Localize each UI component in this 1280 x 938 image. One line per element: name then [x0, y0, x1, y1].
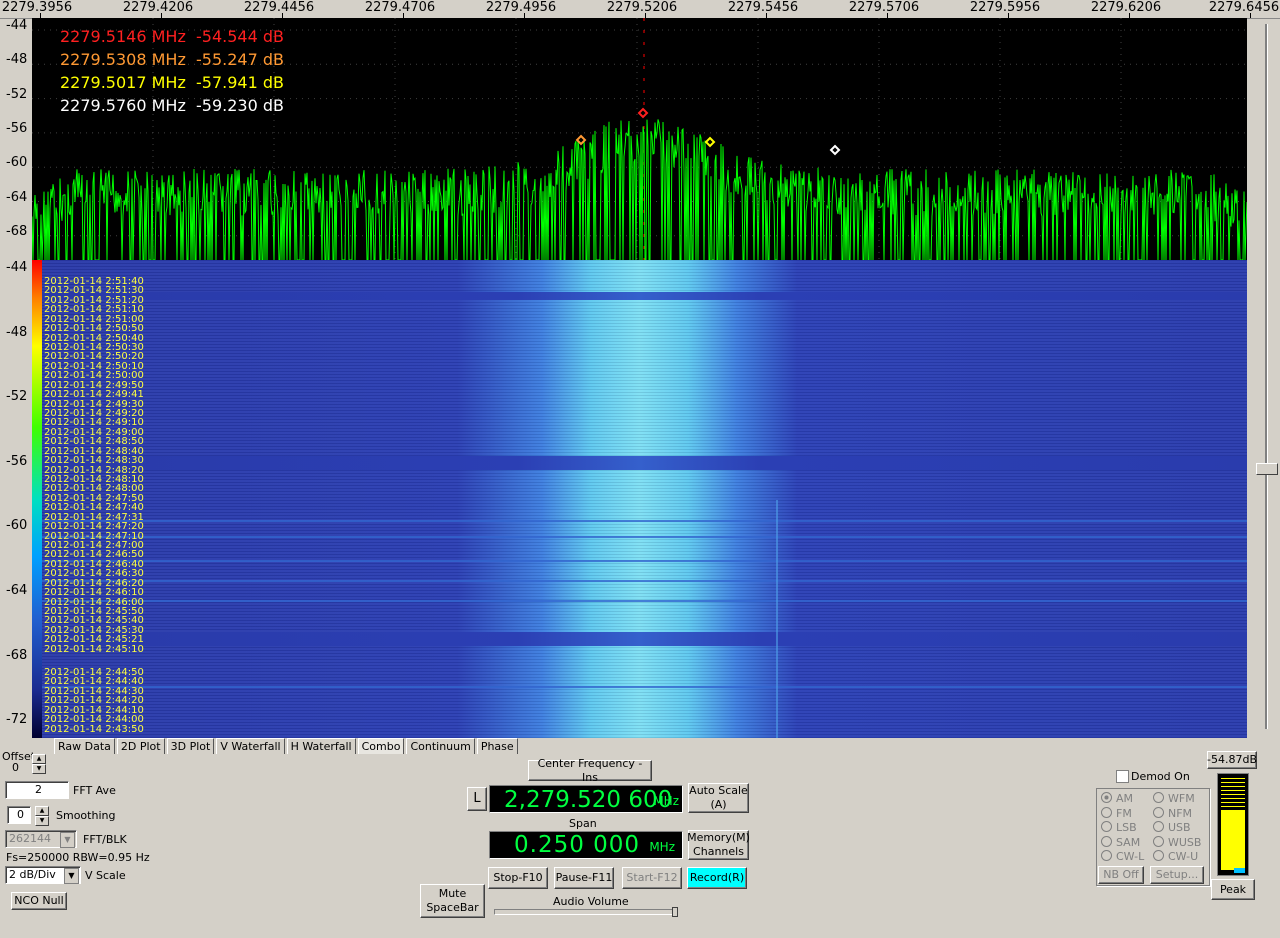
waterfall-y-label: -68: [6, 647, 28, 663]
fs-rbw-readout: Fs=250000 RBW=0.95 Hz: [6, 851, 150, 864]
center-frequency-display[interactable]: 2,279.520 600 MHz: [489, 785, 683, 813]
waterfall-y-label: -48: [6, 324, 28, 340]
demod-mode-radio[interactable]: USB: [1153, 821, 1191, 834]
lock-button[interactable]: L: [467, 787, 487, 811]
waterfall-y-label: -52: [6, 389, 28, 405]
demod-checkbox[interactable]: [1116, 770, 1129, 783]
freq-tick-label: 2279.3956: [1, 0, 73, 15]
freq-tick-label: 2279.5206: [606, 0, 678, 15]
mute-button[interactable]: Mute SpaceBar: [420, 884, 485, 918]
offset-spinner[interactable]: ▲ ▼: [32, 754, 46, 774]
spectrum-y-label: -52: [6, 86, 28, 102]
tab-combo[interactable]: Combo: [357, 738, 405, 754]
frequency-axis: 2279.3956 2279.4206 2279.4456 2279.4706 2279…: [0, 0, 1280, 19]
spectrum-y-label: -60: [6, 155, 28, 171]
spectrum-y-label: -64: [6, 189, 28, 205]
demod-mode-radio[interactable]: FM: [1101, 806, 1132, 820]
demod-mode-radio[interactable]: CW-U: [1153, 850, 1198, 863]
freq-tick-label: 2279.5456: [727, 0, 799, 15]
spectrum-y-label: -56: [6, 120, 28, 136]
dropdown-arrow-icon: ▼: [64, 868, 79, 884]
marker-diamond-icon[interactable]: [704, 136, 716, 148]
freq-tick-label: 2279.6206: [1090, 0, 1162, 15]
spectrum-y-label: -44: [6, 18, 28, 33]
demod-mode-radio[interactable]: WFM: [1153, 792, 1195, 805]
waterfall-timestamp: 2012-01-14 2:43:50: [44, 723, 144, 735]
tab-continuum[interactable]: Continuum: [406, 738, 475, 754]
demod-mode-radio[interactable]: WUSB: [1153, 835, 1201, 849]
demod-mode-radio[interactable]: NFM: [1153, 806, 1192, 820]
demod-mode-radio[interactable]: AM: [1101, 792, 1133, 805]
memory-channels-button[interactable]: Memory(M) Channels: [687, 830, 750, 860]
waterfall-y-label: -72: [6, 712, 28, 728]
waterfall-y-label: -56: [6, 453, 28, 469]
setup-button[interactable]: Setup...: [1150, 866, 1204, 884]
fft-blk-select[interactable]: 262144 ▼: [5, 830, 77, 848]
smoothing-label: Smoothing: [56, 809, 116, 822]
waterfall-display[interactable]: [32, 260, 1247, 738]
peak-level-meter: [1217, 773, 1249, 876]
freq-tick-label: 2279.4456: [243, 0, 315, 15]
freq-tick-label: 2279.6456: [1208, 0, 1280, 15]
waterfall-y-label: -60: [6, 518, 28, 534]
smoothing-spinner[interactable]: ▲ ▼: [35, 806, 49, 826]
tab-2d-plot[interactable]: 2D Plot: [116, 738, 165, 754]
waterfall-timestamp: 2012-01-14 2:45:10: [44, 643, 144, 655]
auto-scale-button[interactable]: Auto Scale (A): [688, 783, 749, 813]
start-button[interactable]: Start-F12: [622, 867, 682, 889]
marker-readout: 2279.5760 MHz -59.230 dB: [60, 96, 284, 115]
nco-null-button[interactable]: NCO Null: [11, 892, 67, 910]
demod-mode-radio[interactable]: SAM: [1101, 835, 1140, 849]
reference-level-slider[interactable]: [1255, 18, 1278, 738]
spectrum-y-label: -48: [6, 52, 28, 68]
marker-readout: 2279.5017 MHz -57.941 dB: [60, 73, 284, 92]
waterfall-colorbar: [32, 260, 42, 738]
tab-3d-plot[interactable]: 3D Plot: [166, 738, 215, 754]
spectrum-y-label: -68: [6, 223, 28, 239]
tab-v-waterfall[interactable]: V Waterfall: [216, 738, 285, 754]
tab-phase[interactable]: Phase: [476, 738, 518, 754]
peak-button[interactable]: Peak: [1211, 879, 1255, 900]
tab-h-waterfall[interactable]: H Waterfall: [286, 738, 356, 754]
stop-button[interactable]: Stop-F10: [488, 867, 548, 889]
smoothing-input[interactable]: 0: [7, 806, 31, 824]
record-button[interactable]: Record(R): [687, 867, 747, 889]
freq-tick-label: 2279.4956: [485, 0, 557, 15]
span-label: Span: [569, 817, 597, 830]
demod-mode-radio[interactable]: CW-L: [1101, 850, 1144, 863]
view-tabs: Raw Data 2D Plot 3D Plot V Waterfall H Water…: [54, 738, 520, 755]
freq-tick-label: 2279.4706: [364, 0, 436, 15]
tab-raw-data[interactable]: Raw Data: [54, 738, 115, 754]
dropdown-arrow-icon: ▼: [60, 832, 75, 848]
marker-diamond-icon[interactable]: [637, 107, 649, 119]
waterfall-y-label: -64: [6, 583, 28, 598]
freq-tick-label: 2279.5956: [969, 0, 1041, 15]
demod-mode-radio[interactable]: LSB: [1101, 821, 1137, 834]
span-display[interactable]: 0.250 000 MHz: [489, 831, 683, 859]
audio-volume-label: Audio Volume: [553, 895, 629, 908]
fft-ave-input[interactable]: 2: [5, 781, 69, 799]
marker-readout: 2279.5146 MHz -54.544 dB: [60, 27, 284, 46]
freq-tick-label: 2279.5706: [848, 0, 920, 15]
vscale-select[interactable]: 2 dB/Div ▼: [5, 866, 81, 884]
pause-button[interactable]: Pause-F11: [554, 867, 614, 889]
center-frequency-button[interactable]: Center Frequency - Ins: [528, 757, 652, 784]
volume-thumb[interactable]: [672, 907, 678, 917]
demod-on-label: Demod On: [1131, 770, 1190, 783]
marker-readout: 2279.5308 MHz -55.247 dB: [60, 50, 284, 69]
peak-db-readout: -54.87dB: [1207, 751, 1257, 769]
fft-ave-label: FFT Ave: [73, 784, 116, 797]
freq-tick-label: 2279.4206: [122, 0, 194, 15]
waterfall-y-label: -44: [6, 260, 28, 275]
vscale-label: V Scale: [85, 869, 126, 882]
offset-value: 0: [12, 761, 19, 774]
marker-diamond-icon[interactable]: [829, 144, 841, 156]
audio-volume-slider[interactable]: [494, 907, 678, 917]
nb-off-button[interactable]: NB Off: [1098, 866, 1144, 884]
fft-blk-label: FFT/BLK: [83, 833, 127, 846]
slider-thumb[interactable]: [1256, 463, 1278, 475]
